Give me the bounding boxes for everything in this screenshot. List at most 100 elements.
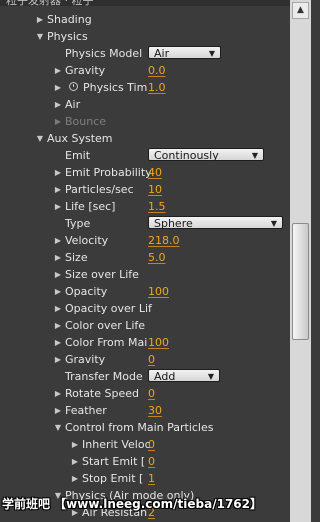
expand-arrow-icon[interactable]: ▶ — [53, 402, 63, 419]
dropdown-arrow-icon: ▼ — [251, 151, 258, 160]
group-label: Color over Life — [65, 319, 146, 332]
row-emit: Emit Continously ▼ — [0, 147, 290, 164]
expand-arrow-icon[interactable]: ▶ — [70, 436, 80, 453]
expand-arrow-icon[interactable]: ▶ — [53, 96, 63, 113]
row-physics-time: ▶ Physics Tim 1.0 — [0, 79, 290, 96]
transfer-mode-dropdown[interactable]: Add ▼ — [148, 369, 220, 383]
type-dropdown[interactable]: Sphere ▼ — [148, 216, 283, 230]
group-label: Opacity over Lif — [65, 302, 152, 315]
group-label: Bounce — [65, 115, 107, 128]
dropdown-value: Continously — [154, 149, 219, 162]
property-label: Gravity — [65, 64, 106, 77]
group-bounce: ▶ Bounce — [0, 113, 290, 130]
property-label: Emit Probability — [65, 166, 152, 179]
emit-dropdown[interactable]: Continously ▼ — [148, 148, 264, 162]
group-label: Physics — [47, 30, 88, 43]
row-start-emit: ▶ Start Emit [ 0 — [0, 453, 290, 470]
row-velocity: ▶ Velocity 218.0 — [0, 232, 290, 249]
property-label: Color From Mai — [65, 336, 148, 349]
life-value[interactable]: 1.5 — [148, 198, 166, 215]
expand-arrow-icon[interactable]: ▶ — [53, 300, 63, 317]
row-size: ▶ Size 5.0 — [0, 249, 290, 266]
inherit-velocity-value[interactable]: 0 — [148, 436, 155, 453]
physics-time-value[interactable]: 1.0 — [148, 79, 166, 96]
scrollbar-thumb[interactable] — [292, 223, 309, 340]
gravity-value[interactable]: 0.0 — [148, 62, 166, 79]
group-control-from-main[interactable]: ▼ Control from Main Particles — [0, 419, 290, 436]
property-label: Opacity — [65, 285, 108, 298]
property-label: Life [sec] — [65, 200, 116, 213]
group-label: Air — [65, 98, 81, 111]
size-value[interactable]: 5.0 — [148, 249, 166, 266]
expand-arrow-icon[interactable]: ▶ — [53, 62, 63, 79]
row-stop-emit: ▶ Stop Emit [ 1 — [0, 470, 290, 487]
expand-arrow-icon[interactable]: ▶ — [35, 11, 45, 28]
color-from-main-value[interactable]: 100 — [148, 334, 169, 351]
property-label: Velocity — [65, 234, 109, 247]
scroll-up-arrow-icon[interactable]: ▲ — [292, 2, 309, 19]
emit-probability-value[interactable]: 40 — [148, 164, 162, 181]
stop-emit-value[interactable]: 1 — [148, 470, 155, 487]
expand-arrow-icon[interactable]: ▶ — [53, 351, 63, 368]
physics-model-dropdown[interactable]: Air ▼ — [148, 46, 221, 60]
group-label: Size over Life — [65, 268, 139, 281]
row-gravity: ▶ Gravity 0.0 — [0, 62, 290, 79]
effect-controls-panel: 粒子发射器 · 粒子 ▶ Shading ▼ Physics Physics M… — [0, 0, 290, 522]
velocity-value[interactable]: 218.0 — [148, 232, 180, 249]
property-label: Start Emit [ — [82, 455, 146, 468]
expand-arrow-icon[interactable]: ▶ — [53, 266, 63, 283]
expand-arrow-icon[interactable]: ▶ — [53, 385, 63, 402]
group-size-over-life[interactable]: ▶ Size over Life — [0, 266, 290, 283]
expand-arrow-icon[interactable]: ▶ — [53, 283, 63, 300]
opacity-value[interactable]: 100 — [148, 283, 169, 300]
property-label: Type — [65, 217, 91, 230]
expand-arrow-icon[interactable]: ▶ — [70, 470, 80, 487]
collapse-arrow-icon[interactable]: ▼ — [35, 28, 45, 45]
gravity-aux-value[interactable]: 0 — [148, 351, 155, 368]
row-type: Type Sphere ▼ — [0, 215, 290, 232]
group-physics[interactable]: ▼ Physics — [0, 28, 290, 45]
row-rotate-speed: ▶ Rotate Speed 0 — [0, 385, 290, 402]
particles-sec-value[interactable]: 10 — [148, 181, 162, 198]
group-air[interactable]: ▶ Air — [0, 96, 290, 113]
dropdown-value: Add — [154, 370, 176, 383]
property-label: Physics Model — [65, 47, 143, 60]
panel-header-text: 粒子发射器 · 粒子 — [6, 0, 94, 7]
group-label: Aux System — [47, 132, 113, 145]
row-opacity: ▶ Opacity 100 — [0, 283, 290, 300]
dropdown-value: Air — [154, 47, 170, 60]
start-emit-value[interactable]: 0 — [148, 453, 155, 470]
rotate-speed-value[interactable]: 0 — [148, 385, 155, 402]
expand-arrow-icon[interactable]: ▶ — [53, 79, 63, 96]
expand-arrow-icon[interactable]: ▶ — [53, 181, 63, 198]
dropdown-arrow-icon: ▼ — [207, 372, 214, 381]
property-label: Inherit Veloc — [82, 438, 151, 451]
stopwatch-icon[interactable] — [69, 82, 78, 91]
row-color-from-main: ▶ Color From Mai 100 — [0, 334, 290, 351]
feather-value[interactable]: 30 — [148, 402, 162, 419]
collapse-arrow-icon[interactable]: ▼ — [35, 130, 45, 147]
row-transfer-mode: Transfer Mode Add ▼ — [0, 368, 290, 385]
row-emit-probability: ▶ Emit Probability 40 — [0, 164, 290, 181]
expand-arrow-icon[interactable]: ▶ — [53, 164, 63, 181]
row-particles-sec: ▶ Particles/sec 10 — [0, 181, 290, 198]
expand-arrow-icon[interactable]: ▶ — [53, 249, 63, 266]
collapse-arrow-icon[interactable]: ▼ — [53, 419, 63, 436]
property-label: Physics Tim — [83, 81, 148, 94]
expand-arrow-icon[interactable]: ▶ — [53, 232, 63, 249]
property-label: Emit — [65, 149, 91, 162]
group-opacity-over-life[interactable]: ▶ Opacity over Lif — [0, 300, 290, 317]
expand-arrow-icon[interactable]: ▶ — [70, 453, 80, 470]
row-life: ▶ Life [sec] 1.5 — [0, 198, 290, 215]
property-label: Transfer Mode — [65, 370, 143, 383]
group-color-over-life[interactable]: ▶ Color over Life — [0, 317, 290, 334]
row-inherit-velocity: ▶ Inherit Veloc 0 — [0, 436, 290, 453]
expand-arrow-icon[interactable]: ▶ — [53, 317, 63, 334]
property-label: Stop Emit [ — [82, 472, 144, 485]
group-label: Control from Main Particles — [65, 421, 214, 434]
group-aux-system[interactable]: ▼ Aux System — [0, 130, 290, 147]
group-shading[interactable]: ▶ Shading — [0, 11, 290, 28]
expand-arrow-icon[interactable]: ▶ — [53, 198, 63, 215]
expand-arrow-icon[interactable]: ▶ — [53, 334, 63, 351]
dropdown-arrow-icon: ▼ — [270, 219, 277, 228]
